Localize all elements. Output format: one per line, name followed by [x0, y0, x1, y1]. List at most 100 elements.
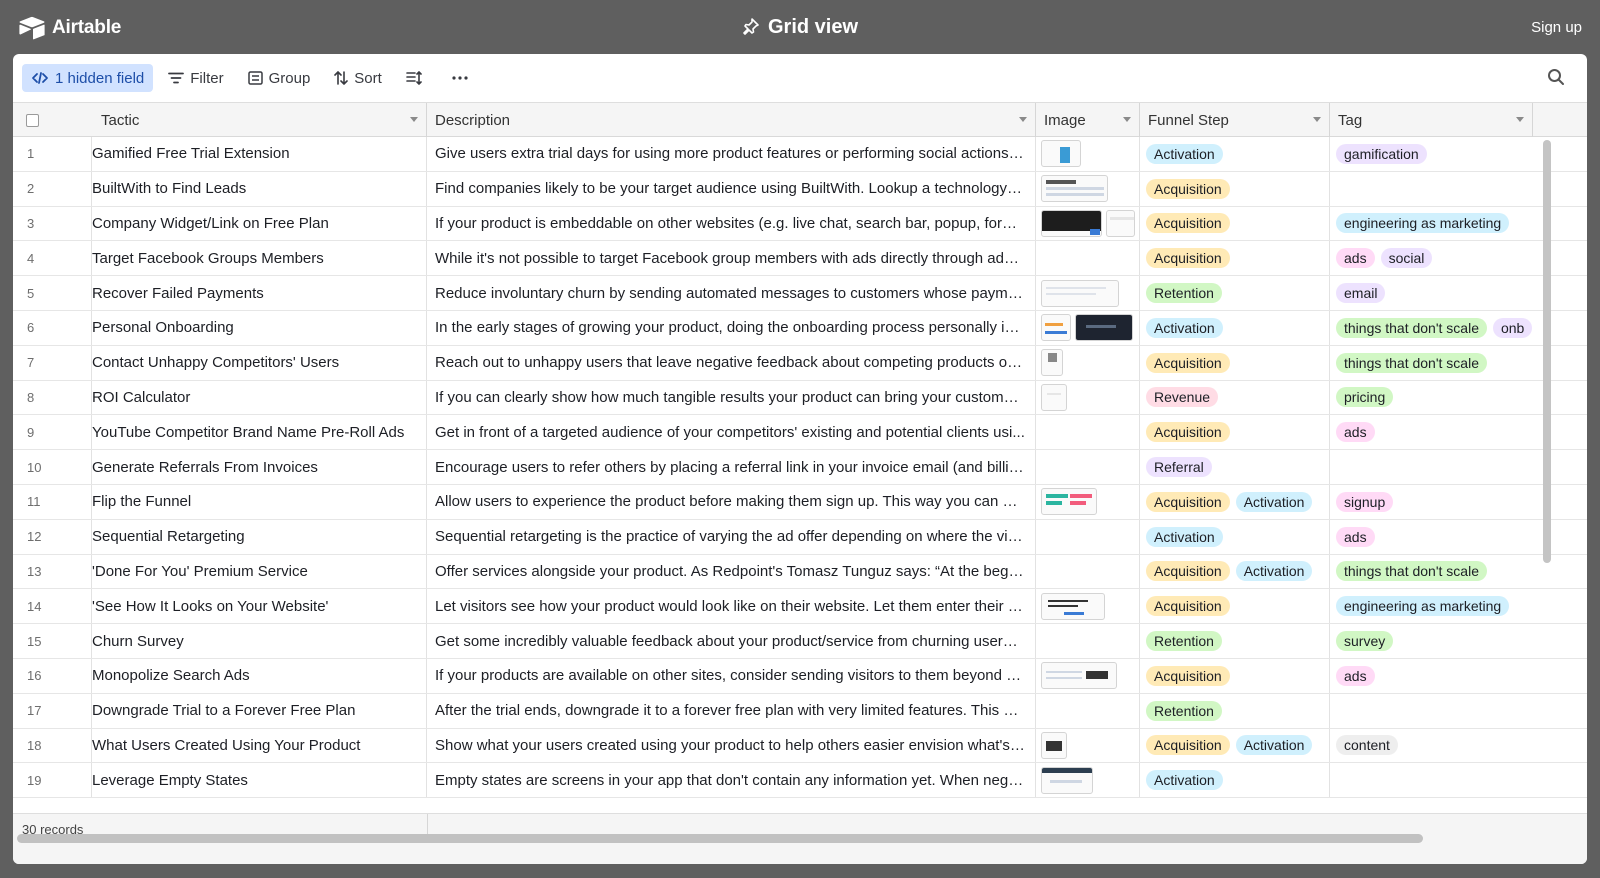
funnel-step-cell[interactable]: Acquisition Activation: [1140, 554, 1330, 589]
image-cell[interactable]: [1036, 310, 1140, 345]
description-cell[interactable]: If you can clearly show how much tangibl…: [427, 380, 1036, 415]
image-cell[interactable]: [1036, 728, 1140, 763]
table-row[interactable]: 9 YouTube Competitor Brand Name Pre-Roll …: [13, 415, 1587, 451]
funnel-step-cell[interactable]: Retention: [1140, 276, 1330, 310]
table-row[interactable]: 10 Generate Referrals From Invoices Encour…: [13, 450, 1587, 485]
filter-button[interactable]: Filter: [159, 64, 232, 92]
funnel-step-cell[interactable]: Acquisition: [1140, 589, 1330, 624]
image-cell[interactable]: [1036, 415, 1140, 450]
group-button[interactable]: Group: [239, 64, 320, 92]
select-all-checkbox[interactable]: [26, 113, 39, 127]
image-cell[interactable]: [1036, 658, 1140, 693]
description-cell[interactable]: Get in front of a targeted audience of y…: [427, 415, 1036, 450]
funnel-step-cell[interactable]: Revenue: [1140, 380, 1330, 415]
image-cell[interactable]: [1036, 241, 1140, 276]
vertical-scrollbar[interactable]: [1543, 140, 1551, 563]
funnel-step-cell[interactable]: Retention: [1140, 693, 1330, 728]
hidden-fields-button[interactable]: 1 hidden field: [22, 64, 154, 92]
tag-cell[interactable]: ads: [1330, 520, 1533, 554]
tactic-cell[interactable]: Monopolize Search Ads: [92, 658, 427, 693]
image-cell[interactable]: [1036, 624, 1140, 658]
tactic-cell[interactable]: Downgrade Trial to a Forever Free Plan: [92, 693, 427, 728]
tag-cell[interactable]: ads: [1330, 415, 1533, 449]
funnel-step-cell[interactable]: Acquisition Activation: [1140, 484, 1330, 519]
image-cell[interactable]: [1036, 171, 1140, 206]
chevron-down-icon[interactable]: [1313, 117, 1321, 122]
funnel-step-cell[interactable]: Acquisition: [1140, 658, 1330, 693]
more-options-button[interactable]: [443, 64, 483, 92]
tag-cell[interactable]: [1330, 450, 1533, 484]
table-row[interactable]: 6 Personal Onboarding In the early stages …: [13, 310, 1587, 346]
tag-cell[interactable]: [1330, 172, 1533, 206]
tag-cell[interactable]: things that don't scale: [1330, 346, 1533, 380]
tag-cell[interactable]: survey: [1330, 624, 1533, 658]
chevron-down-icon[interactable]: [1019, 117, 1027, 122]
funnel-step-cell[interactable]: Activation: [1140, 519, 1330, 554]
image-thumbnail[interactable]: [1041, 766, 1093, 794]
table-row[interactable]: 12 Sequential Retargeting Sequential retar…: [13, 519, 1587, 555]
tactic-cell[interactable]: Personal Onboarding: [92, 310, 427, 345]
image-cell[interactable]: [1036, 206, 1140, 241]
image-cell[interactable]: [1036, 137, 1140, 171]
table-row[interactable]: 11 Flip the Funnel Allow users to experien…: [13, 484, 1587, 520]
image-cell[interactable]: [1036, 276, 1140, 310]
description-cell[interactable]: Reduce involuntary churn by sending auto…: [427, 276, 1036, 310]
table-row[interactable]: 18 What Users Created Using Your Product S…: [13, 728, 1587, 764]
description-cell[interactable]: Encourage users to refer others by placi…: [427, 450, 1036, 484]
image-thumbnail[interactable]: [1041, 175, 1108, 203]
tag-cell[interactable]: engineering as marketing: [1330, 207, 1533, 241]
tactic-cell[interactable]: 'Done For You' Premium Service: [92, 554, 427, 589]
image-cell[interactable]: [1036, 450, 1140, 484]
tag-cell[interactable]: [1330, 763, 1533, 797]
description-cell[interactable]: Let visitors see how your product would …: [427, 589, 1036, 624]
tactic-cell[interactable]: Recover Failed Payments: [92, 276, 427, 310]
description-cell[interactable]: In the early stages of growing your prod…: [427, 310, 1036, 345]
tactic-cell[interactable]: ROI Calculator: [92, 380, 427, 415]
search-button[interactable]: [1547, 68, 1565, 91]
funnel-step-cell[interactable]: Acquisition: [1140, 206, 1330, 241]
image-cell[interactable]: [1036, 380, 1140, 415]
image-thumbnail[interactable]: [1041, 279, 1119, 307]
sort-button[interactable]: Sort: [325, 64, 391, 92]
image-thumbnail[interactable]: [1105, 209, 1135, 237]
funnel-step-cell[interactable]: Retention: [1140, 624, 1330, 658]
image-thumbnail[interactable]: [1041, 592, 1105, 620]
tactic-cell[interactable]: YouTube Competitor Brand Name Pre-Roll A…: [92, 415, 427, 450]
table-row[interactable]: 13 'Done For You' Premium Service Offer se…: [13, 554, 1587, 590]
header-tag[interactable]: Tag: [1330, 103, 1533, 137]
tag-cell[interactable]: engineering as marketing: [1330, 589, 1533, 623]
image-cell[interactable]: [1036, 693, 1140, 728]
funnel-step-cell[interactable]: Acquisition Activation: [1140, 728, 1330, 763]
table-row[interactable]: 16 Monopolize Search Ads If your products …: [13, 658, 1587, 694]
tag-cell[interactable]: ads: [1330, 659, 1533, 693]
tag-cell[interactable]: email: [1330, 276, 1533, 310]
table-row[interactable]: 2 BuiltWith to Find Leads Find companies l…: [13, 171, 1587, 207]
tactic-cell[interactable]: 'See How It Looks on Your Website': [92, 589, 427, 624]
funnel-step-cell[interactable]: Acquisition: [1140, 241, 1330, 276]
table-row[interactable]: 4 Target Facebook Groups Members While it'…: [13, 241, 1587, 277]
description-cell[interactable]: Get some incredibly valuable feedback ab…: [427, 624, 1036, 658]
image-thumbnail[interactable]: [1041, 488, 1097, 516]
tactic-cell[interactable]: Churn Survey: [92, 624, 427, 658]
tag-cell[interactable]: ads social: [1330, 241, 1533, 275]
tactic-cell[interactable]: Contact Unhappy Competitors' Users: [92, 345, 427, 380]
description-cell[interactable]: If your product is embeddable on other w…: [427, 206, 1036, 241]
description-cell[interactable]: Sequential retargeting is the practice o…: [427, 519, 1036, 554]
description-cell[interactable]: After the trial ends, downgrade it to a …: [427, 693, 1036, 728]
tag-cell[interactable]: things that don't scale: [1330, 555, 1533, 589]
description-cell[interactable]: Give users extra trial days for using mo…: [427, 137, 1036, 171]
tag-cell[interactable]: content: [1330, 729, 1533, 763]
description-cell[interactable]: While it's not possible to target Facebo…: [427, 241, 1036, 276]
image-cell[interactable]: [1036, 589, 1140, 624]
tag-cell[interactable]: gamification: [1330, 137, 1533, 171]
table-row[interactable]: 19 Leverage Empty States Empty states are …: [13, 763, 1587, 799]
image-thumbnail[interactable]: [1041, 662, 1117, 690]
table-row[interactable]: 7 Contact Unhappy Competitors' Users Reach…: [13, 345, 1587, 381]
description-cell[interactable]: Reach out to unhappy users that leave ne…: [427, 345, 1036, 380]
funnel-step-cell[interactable]: Acquisition: [1140, 415, 1330, 450]
tactic-cell[interactable]: Generate Referrals From Invoices: [92, 450, 427, 484]
tactic-cell[interactable]: Company Widget/Link on Free Plan: [92, 206, 427, 241]
funnel-step-cell[interactable]: Acquisition: [1140, 171, 1330, 206]
funnel-step-cell[interactable]: Acquisition: [1140, 345, 1330, 380]
sign-up-link[interactable]: Sign up: [1531, 19, 1582, 36]
